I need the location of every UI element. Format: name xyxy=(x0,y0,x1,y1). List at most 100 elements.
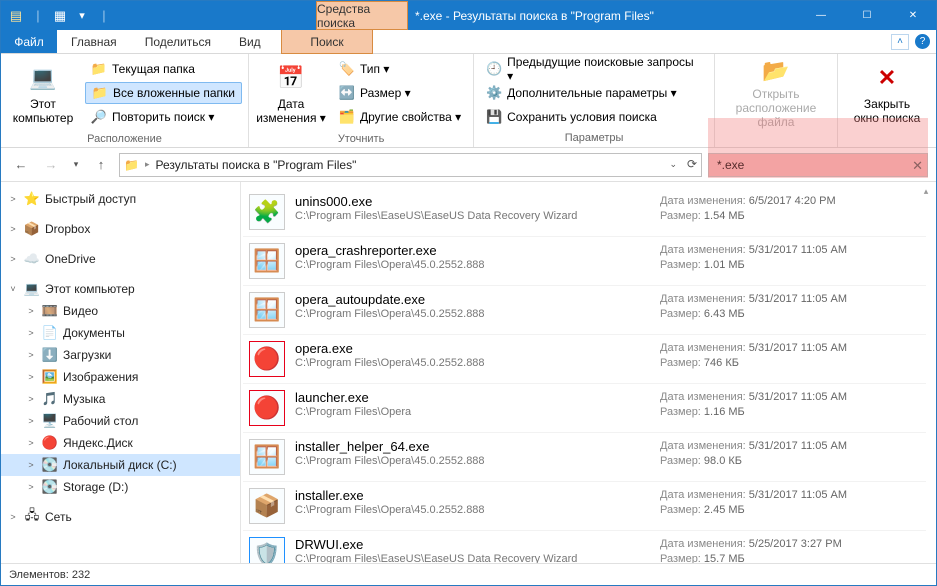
refresh-button[interactable]: ⟳ xyxy=(687,157,697,171)
expand-icon[interactable]: > xyxy=(7,512,19,522)
tree-item[interactable]: >🖧Сеть xyxy=(1,506,240,528)
tab-view[interactable]: Вид xyxy=(225,30,275,53)
minimize-button[interactable]: — xyxy=(798,1,844,30)
up-button[interactable]: ↑ xyxy=(89,153,113,177)
tree-item[interactable]: >🖥️Рабочий стол xyxy=(1,410,240,432)
ribbon: 💻 Этот компьютер 📁Текущая папка📁Все влож… xyxy=(1,54,936,148)
location-item-2[interactable]: 🔎Повторить поиск ▾ xyxy=(85,106,242,128)
refine-item-2[interactable]: 🗂️Другие свойства ▾ xyxy=(333,106,467,128)
tree-item[interactable]: >⭐Быстрый доступ xyxy=(1,188,240,210)
options-item-0[interactable]: 🕘Предыдущие поисковые запросы ▾ xyxy=(480,58,708,80)
options-item-2[interactable]: 💾Сохранить условия поиска xyxy=(480,106,708,128)
recent-locations-button[interactable]: ▾ xyxy=(69,153,83,177)
body: >⭐Быстрый доступ>📦Dropbox>☁️OneDrive˅💻Эт… xyxy=(1,182,936,563)
file-name: opera_crashreporter.exe xyxy=(295,243,650,258)
file-meta: Дата изменения: 5/25/2017 3:27 PMРазмер:… xyxy=(660,537,920,563)
tree-item[interactable]: ˅💻Этот компьютер xyxy=(1,278,240,300)
file-row[interactable]: 🪟installer_helper_64.exeC:\Program Files… xyxy=(243,433,926,482)
date-modified-button[interactable]: 📅 Дата изменения ▾ xyxy=(255,57,327,129)
expand-icon[interactable]: > xyxy=(7,254,19,264)
expand-icon[interactable]: > xyxy=(25,394,37,404)
expand-icon[interactable]: > xyxy=(25,416,37,426)
tab-search[interactable]: Поиск xyxy=(281,30,373,54)
ribbon-item-label: Тип ▾ xyxy=(360,62,389,76)
expand-icon[interactable]: > xyxy=(25,350,37,360)
tree-item[interactable]: >📄Документы xyxy=(1,322,240,344)
ribbon-item-label: Сохранить условия поиска xyxy=(507,110,657,124)
expand-icon[interactable]: > xyxy=(7,224,19,234)
expand-icon[interactable]: > xyxy=(25,372,37,382)
tree-label: Яндекс.Диск xyxy=(63,436,133,450)
tree-item[interactable]: >☁️OneDrive xyxy=(1,248,240,270)
refine-item-1[interactable]: ↔️Размер ▾ xyxy=(333,82,467,104)
clear-search-button[interactable]: ✕ xyxy=(912,158,923,174)
expand-icon[interactable]: > xyxy=(25,306,37,316)
back-button[interactable]: ← xyxy=(9,153,33,177)
expand-icon[interactable]: > xyxy=(7,194,19,204)
address-bar[interactable]: 📁 ▸ Результаты поиска в "Program Files" … xyxy=(119,153,702,177)
file-meta: Дата изменения: 6/5/2017 4:20 PMРазмер: … xyxy=(660,194,920,224)
tree-item[interactable]: >📦Dropbox xyxy=(1,218,240,240)
tree-item[interactable]: >🎞️Видео xyxy=(1,300,240,322)
tree-label: Рабочий стол xyxy=(63,414,138,428)
location-item-1[interactable]: 📁Все вложенные папки xyxy=(85,82,242,104)
tree-item[interactable]: >⬇️Загрузки xyxy=(1,344,240,366)
ribbon-item-label: Повторить поиск ▾ xyxy=(112,110,214,124)
qat-more-icon[interactable]: ▾ xyxy=(73,7,91,25)
file-row[interactable]: 🔴launcher.exeC:\Program Files\OperaДата … xyxy=(243,384,926,433)
refine-item-0[interactable]: 🏷️Тип ▾ xyxy=(333,58,467,80)
close-x-icon: ✕ xyxy=(871,62,903,94)
help-icon[interactable]: ? xyxy=(915,34,930,49)
tree-item[interactable]: >💽Storage (D:) xyxy=(1,476,240,498)
folder-icon[interactable]: ▤ xyxy=(7,7,25,25)
tree-icon: ⭐ xyxy=(24,191,40,207)
file-path: C:\Program Files\EaseUS\EaseUS Data Reco… xyxy=(295,553,650,563)
file-row[interactable]: 🪟opera_crashreporter.exeC:\Program Files… xyxy=(243,237,926,286)
tree-item[interactable]: >🔴Яндекс.Диск xyxy=(1,432,240,454)
new-folder-icon[interactable]: ▦ xyxy=(51,7,69,25)
qat-divider: | xyxy=(95,7,113,25)
expand-icon[interactable]: > xyxy=(25,482,37,492)
this-pc-button[interactable]: 💻 Этот компьютер xyxy=(7,57,79,129)
item-count-value: 232 xyxy=(72,569,90,581)
search-input[interactable] xyxy=(715,157,921,173)
file-name: DRWUI.exe xyxy=(295,537,650,552)
refresh-icon: ⟳ xyxy=(687,157,697,171)
file-row[interactable]: 📦installer.exeC:\Program Files\Opera\45.… xyxy=(243,482,926,531)
close-search-button[interactable]: ✕ Закрыть окно поиска xyxy=(844,57,930,129)
file-icon: 🔴 xyxy=(249,390,285,426)
ribbon-item-label: Предыдущие поисковые запросы ▾ xyxy=(507,55,702,83)
expand-icon[interactable]: ˅ xyxy=(7,284,19,294)
tree-item[interactable]: >🎵Музыка xyxy=(1,388,240,410)
expand-icon[interactable]: > xyxy=(25,460,37,470)
tree-item[interactable]: >💽Локальный диск (C:) xyxy=(1,454,240,476)
content-pane[interactable]: ▴ 🧩unins000.exeC:\Program Files\EaseUS\E… xyxy=(241,182,936,563)
tab-main[interactable]: Главная xyxy=(57,30,131,53)
file-row[interactable]: 🛡️DRWUI.exeC:\Program Files\EaseUS\EaseU… xyxy=(243,531,926,563)
expand-icon[interactable]: > xyxy=(25,438,37,448)
scroll-up-icon[interactable]: ▴ xyxy=(918,186,934,200)
file-name: installer.exe xyxy=(295,488,650,503)
file-row[interactable]: 🔴opera.exeC:\Program Files\Opera\45.0.25… xyxy=(243,335,926,384)
tree-icon: 🖧 xyxy=(24,509,40,525)
file-row[interactable]: 🪟opera_autoupdate.exeC:\Program Files\Op… xyxy=(243,286,926,335)
tab-file[interactable]: Файл xyxy=(1,30,57,53)
forward-button[interactable]: → xyxy=(39,153,63,177)
address-segment[interactable]: Результаты поиска в "Program Files" xyxy=(155,158,356,172)
search-box[interactable]: ✕ xyxy=(708,153,928,177)
options-item-1[interactable]: ⚙️Дополнительные параметры ▾ xyxy=(480,82,708,104)
collapse-ribbon-icon[interactable]: ˄ xyxy=(891,34,909,50)
tab-share[interactable]: Поделиться xyxy=(131,30,225,53)
close-button[interactable]: ✕ xyxy=(890,1,936,30)
ribbon-group-refine: 📅 Дата изменения ▾ 🏷️Тип ▾↔️Размер ▾🗂️Др… xyxy=(249,54,474,147)
file-row[interactable]: 🧩unins000.exeC:\Program Files\EaseUS\Eas… xyxy=(243,188,926,237)
location-item-0[interactable]: 📁Текущая папка xyxy=(85,58,242,80)
maximize-button[interactable]: ☐ xyxy=(844,1,890,30)
navigation-pane[interactable]: >⭐Быстрый доступ>📦Dropbox>☁️OneDrive˅💻Эт… xyxy=(1,182,241,563)
ribbon-item-label: Размер ▾ xyxy=(360,86,411,100)
expand-icon[interactable]: > xyxy=(25,328,37,338)
tree-item[interactable]: >🖼️Изображения xyxy=(1,366,240,388)
ribbon-group-label: Параметры xyxy=(474,131,714,147)
file-meta: Дата изменения: 5/31/2017 11:05 AMРазмер… xyxy=(660,341,920,371)
address-dropdown-icon[interactable]: ⌄ xyxy=(669,159,677,170)
